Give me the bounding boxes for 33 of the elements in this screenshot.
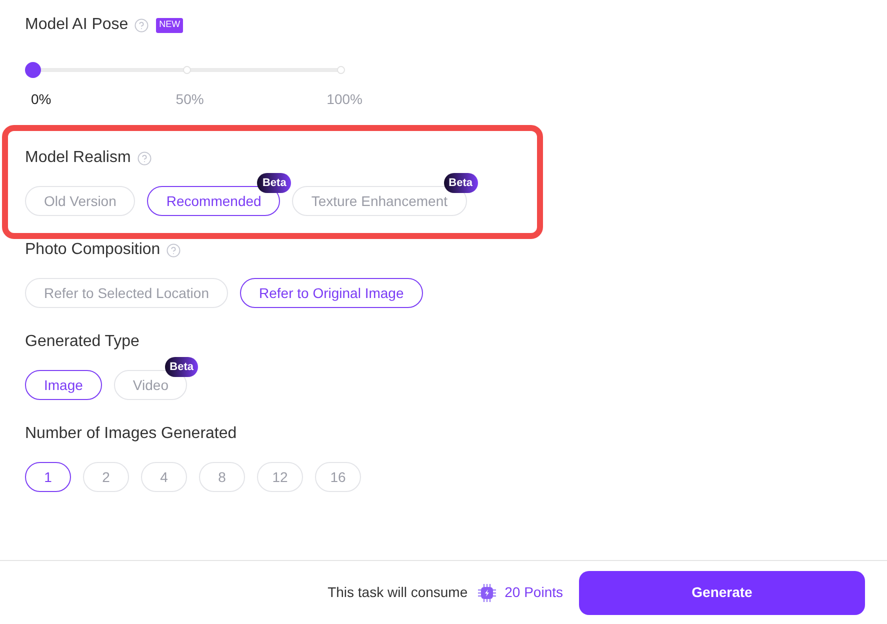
option-button[interactable]: Refer to Original Image	[240, 278, 423, 308]
help-icon[interactable]	[136, 150, 152, 166]
option-button[interactable]: Old Version	[25, 186, 136, 216]
option-button[interactable]: 2	[83, 462, 129, 492]
section-title: Model AI Pose	[25, 15, 128, 35]
help-icon[interactable]	[134, 18, 150, 32]
points-amount: 20 Points	[504, 583, 563, 602]
option-button[interactable]: 12	[257, 462, 303, 492]
slider-label: 50%	[176, 90, 204, 109]
option-button[interactable]: Image	[25, 370, 102, 400]
option-button[interactable]: 8	[199, 462, 245, 492]
section-title: Photo Composition	[25, 240, 160, 260]
chip-icon	[476, 582, 497, 602]
option-button[interactable]: 1	[25, 462, 71, 492]
option-button[interactable]: Texture Enhancement	[292, 186, 467, 216]
slider-thumb[interactable]	[25, 62, 41, 78]
option-button[interactable]: Refer to Selected Location	[25, 278, 228, 308]
option-button[interactable]: 16	[315, 462, 361, 492]
section-title: Generated Type	[25, 332, 140, 352]
beta-badge: Beta	[164, 357, 198, 377]
option-button[interactable]: Video	[114, 370, 188, 400]
generate-button[interactable]: Generate	[579, 570, 865, 614]
new-badge: NEW	[156, 18, 184, 32]
option-button[interactable]: 4	[141, 462, 187, 492]
beta-badge: Beta	[444, 173, 478, 193]
section-title: Model Realism	[25, 148, 131, 168]
option-button[interactable]: Recommended	[147, 186, 280, 216]
cost-text: This task will consume	[328, 583, 468, 602]
slider-label: 100%	[326, 90, 362, 109]
help-icon[interactable]	[166, 242, 182, 258]
beta-badge: Beta	[257, 173, 292, 193]
slider-label: 0%	[31, 90, 52, 109]
section-title: Number of Images Generated	[25, 424, 237, 444]
